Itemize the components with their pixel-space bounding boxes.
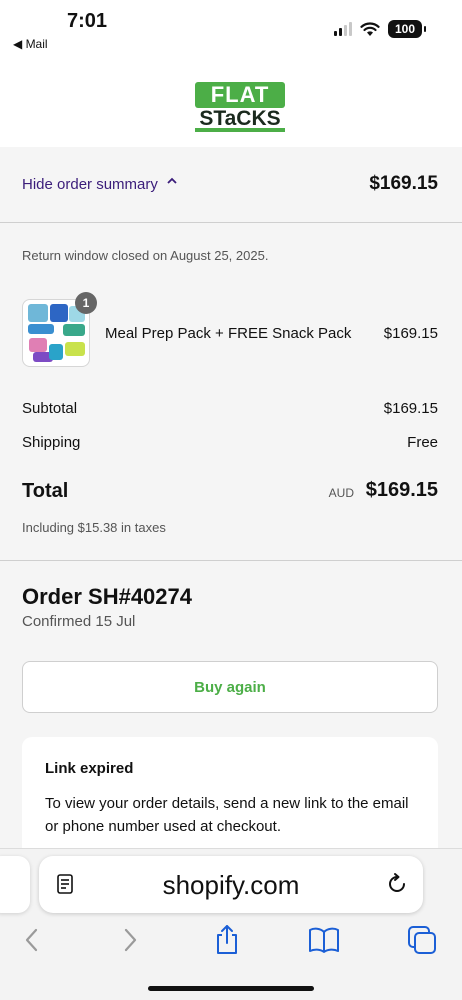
tabs-icon[interactable] xyxy=(402,920,442,960)
currency-code: AUD xyxy=(328,486,354,500)
bookmarks-icon[interactable] xyxy=(304,920,344,960)
total-amount: $169.15 xyxy=(365,479,438,501)
address-url[interactable]: shopify.com xyxy=(39,870,423,901)
status-bar: 7:01 ◀ Mail 100 xyxy=(0,0,462,62)
shipping-value: Free xyxy=(407,434,438,451)
order-confirmed-date: Confirmed 15 Jul xyxy=(22,613,136,630)
battery-icon: 100 xyxy=(388,20,426,38)
logo-top-text: FLAT xyxy=(195,82,285,108)
section-divider xyxy=(0,560,462,561)
order-title: Order SH#40274 xyxy=(22,584,192,609)
address-bar[interactable]: shopify.com xyxy=(39,856,423,913)
hide-order-summary-label[interactable]: Hide order summary xyxy=(22,176,158,193)
subtotal-label: Subtotal xyxy=(22,400,78,417)
wifi-icon xyxy=(360,21,380,36)
link-expired-message: To view your order details, send a new l… xyxy=(45,795,409,835)
order-summary-toggle[interactable]: Hide order summary $169.15 xyxy=(0,147,462,223)
logo-bottom-text: STaCKS xyxy=(195,108,285,132)
return-window-note: Return window closed on August 25, 2025. xyxy=(22,248,269,263)
subtotal-value: $169.15 xyxy=(383,400,438,417)
reload-icon[interactable] xyxy=(385,872,409,896)
shipping-label: Shipping xyxy=(22,434,81,451)
product-price: $169.15 xyxy=(383,325,438,342)
buy-again-button[interactable]: Buy again xyxy=(22,661,438,713)
total-label: Total xyxy=(22,480,69,502)
cellular-signal-icon xyxy=(334,22,352,36)
status-time: 7:01 xyxy=(67,10,108,32)
store-logo[interactable]: FLAT STaCKS xyxy=(195,82,285,132)
home-indicator xyxy=(148,986,314,991)
store-header: FLAT STaCKS xyxy=(0,62,462,147)
back-to-mail-link[interactable]: ◀ Mail xyxy=(13,37,48,51)
forward-arrow-icon[interactable] xyxy=(110,920,150,960)
product-name: Meal Prep Pack + FREE Snack Pack xyxy=(105,325,352,342)
chevron-up-icon[interactable] xyxy=(166,174,178,190)
previous-tab-preview[interactable] xyxy=(0,856,30,913)
back-arrow-icon[interactable] xyxy=(12,920,52,960)
share-icon[interactable] xyxy=(207,920,247,960)
link-expired-title: Link expired xyxy=(45,760,134,777)
taxes-note: Including $15.38 in taxes xyxy=(22,520,166,535)
quantity-badge: 1 xyxy=(75,292,97,314)
summary-total: $169.15 xyxy=(369,173,438,194)
status-icons: 100 xyxy=(334,20,426,38)
